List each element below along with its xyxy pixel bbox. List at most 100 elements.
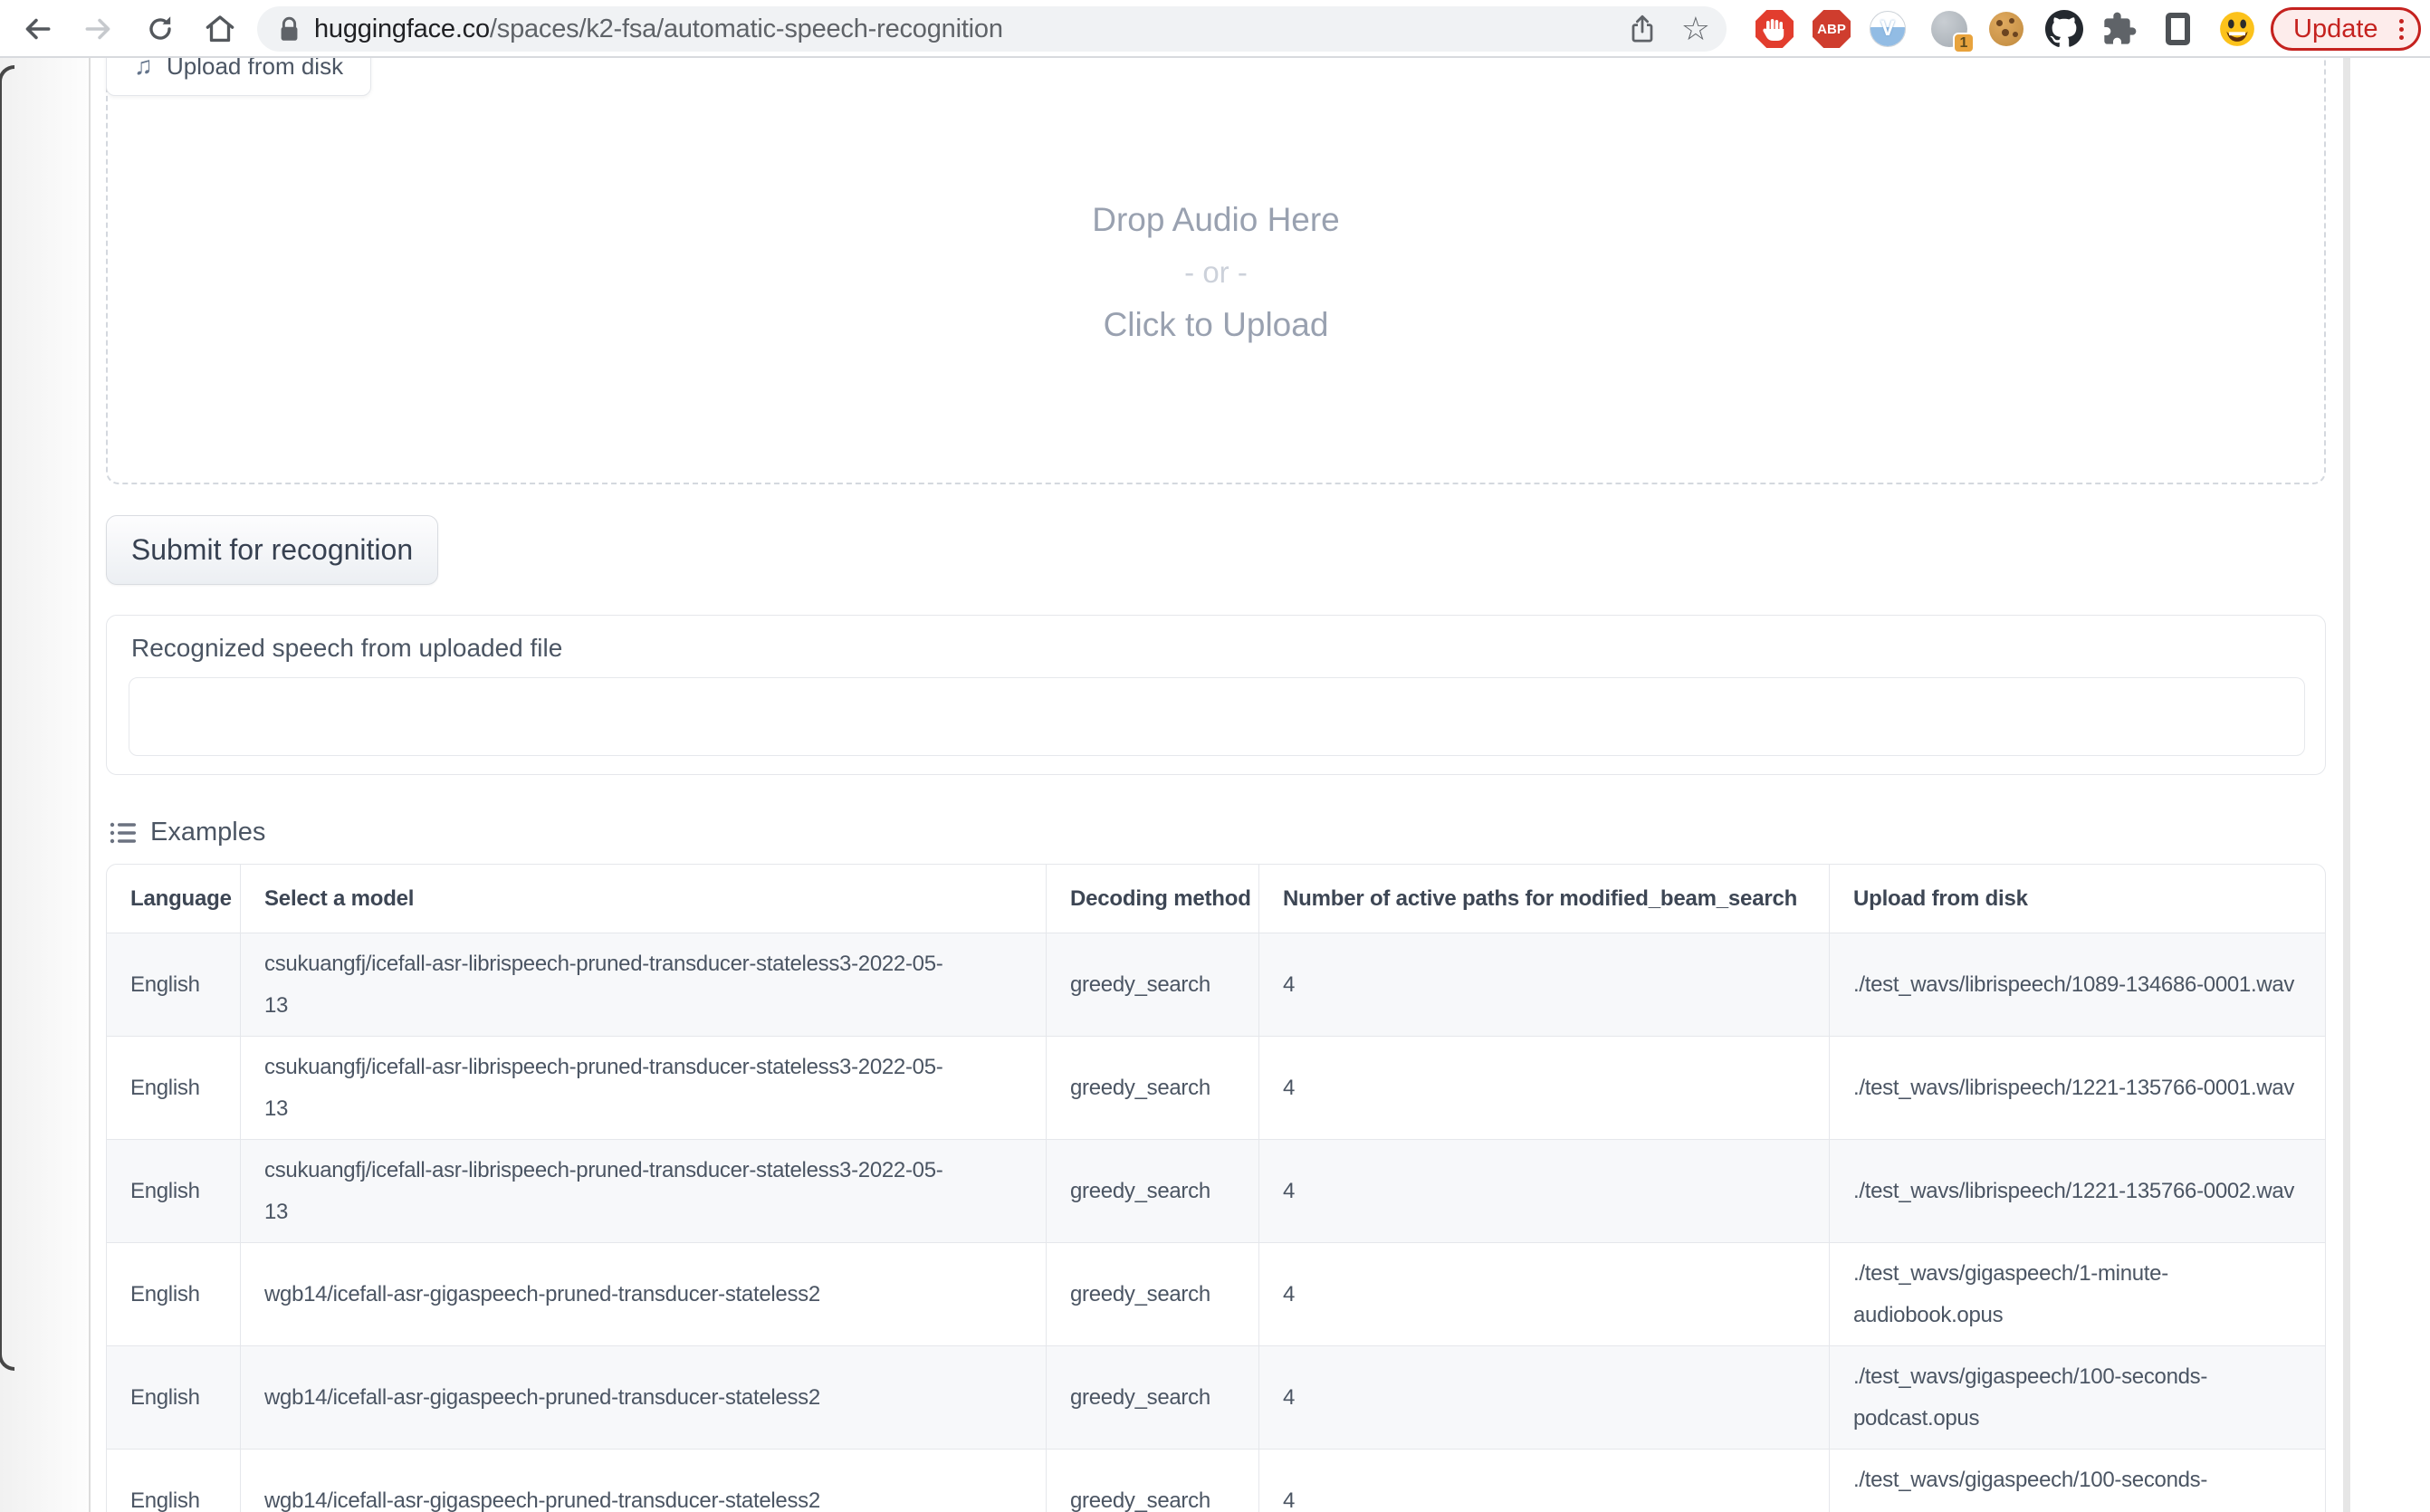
cell-decoding-method: greedy_search <box>1046 1037 1258 1139</box>
share-icon <box>1629 14 1656 44</box>
github-icon <box>2045 10 2083 48</box>
v-extension-button[interactable]: V <box>1868 9 1908 49</box>
smiley-icon <box>2219 11 2255 47</box>
cell-model: csukuangfj/icefall-asr-librispeech-prune… <box>240 1140 1046 1242</box>
examples-header: Examples <box>109 818 265 847</box>
column-header: Number of active paths for modified_beam… <box>1258 865 1829 933</box>
extensions-menu-button[interactable] <box>2100 9 2139 49</box>
reload-button[interactable] <box>141 10 179 48</box>
column-header: Decoding method <box>1046 865 1258 933</box>
abp-extension-button[interactable]: ABP <box>1812 9 1851 49</box>
cell-language: English <box>107 1140 240 1242</box>
home-icon <box>203 12 237 46</box>
notification-badge: 1 <box>1953 33 1975 53</box>
cell-upload-from-disk: ./test_wavs/gigaspeech/100-seconds-podca… <box>1829 1450 2326 1512</box>
browser-toolbar: huggingface.co/spaces/k2-fsa/automatic-s… <box>0 0 2430 58</box>
bookmark-button[interactable]: ☆ <box>1681 6 1710 52</box>
column-header: Upload from disk <box>1829 865 2326 933</box>
kebab-menu-icon[interactable] <box>2399 19 2404 40</box>
cell-language: English <box>107 1037 240 1139</box>
cell-model: wgb14/icefall-asr-gigaspeech-pruned-tran… <box>240 1243 1046 1345</box>
cell-model: csukuangfj/icefall-asr-librispeech-prune… <box>240 1037 1046 1139</box>
cell-upload-from-disk: ./test_wavs/gigaspeech/100-seconds-podca… <box>1829 1346 2326 1449</box>
cell-decoding-method: greedy_search <box>1046 933 1258 1036</box>
audio-dropzone[interactable]: Drop Audio Here - or - Click to Upload <box>106 25 2326 484</box>
cell-upload-from-disk: ./test_wavs/librispeech/1089-134686-0001… <box>1829 933 2326 1036</box>
back-arrow-icon <box>20 12 54 46</box>
table-header-row: LanguageSelect a modelDecoding methodNum… <box>107 865 2325 933</box>
cell-decoding-method: greedy_search <box>1046 1140 1258 1242</box>
cell-decoding-method: greedy_search <box>1046 1450 1258 1512</box>
cell-num-active-paths: 4 <box>1258 1140 1829 1242</box>
dropzone-text: Drop Audio Here - or - Click to Upload <box>108 194 2324 351</box>
url-path: /spaces/k2-fsa/automatic-speech-recognit… <box>490 14 1003 43</box>
gray-circle-icon: 1 <box>1931 11 1967 47</box>
cell-model: csukuangfj/icefall-asr-librispeech-prune… <box>240 933 1046 1036</box>
url-host: huggingface.co <box>314 14 490 43</box>
dropzone-line1: Drop Audio Here <box>108 194 2324 246</box>
screen: huggingface.co/spaces/k2-fsa/automatic-s… <box>0 0 2430 1512</box>
adblock-extension-button[interactable] <box>1755 9 1794 49</box>
cell-num-active-paths: 4 <box>1258 1243 1829 1345</box>
stop-hand-icon <box>1756 10 1794 48</box>
cell-language: English <box>107 933 240 1036</box>
share-button[interactable] <box>1629 6 1656 52</box>
submit-for-recognition-button[interactable]: Submit for recognition <box>106 515 438 585</box>
cookie-extension-button[interactable] <box>1986 9 2026 49</box>
recognized-speech-label: Recognized speech from uploaded file <box>131 634 562 663</box>
abp-label: ABP <box>1817 22 1846 37</box>
forward-arrow-icon <box>81 12 116 46</box>
example-row[interactable]: Englishcsukuangfj/icefall-asr-librispeec… <box>107 933 2325 1036</box>
puzzle-icon <box>2101 11 2138 47</box>
column-header: Select a model <box>240 865 1046 933</box>
lock-icon <box>279 16 300 43</box>
cell-num-active-paths: 4 <box>1258 1450 1829 1512</box>
profile-extension-button[interactable]: 1 <box>1929 9 1969 49</box>
cell-decoding-method: greedy_search <box>1046 1243 1258 1345</box>
bookmark-star-icon: ☆ <box>1681 10 1710 48</box>
home-button[interactable] <box>201 10 239 48</box>
examples-table: LanguageSelect a modelDecoding methodNum… <box>106 864 2326 1512</box>
cell-language: English <box>107 1346 240 1449</box>
abp-icon: ABP <box>1813 10 1851 48</box>
v-extension-label: V <box>1880 16 1895 42</box>
examples-list-icon <box>109 818 138 847</box>
cookie-icon <box>1989 12 2023 46</box>
cell-num-active-paths: 4 <box>1258 1346 1829 1449</box>
reload-icon <box>143 12 177 46</box>
example-row[interactable]: Englishcsukuangfj/icefall-asr-librispeec… <box>107 1036 2325 1139</box>
cell-upload-from-disk: ./test_wavs/librispeech/1221-135766-0001… <box>1829 1037 2326 1139</box>
cell-num-active-paths: 4 <box>1258 1037 1829 1139</box>
recognized-speech-input[interactable] <box>129 677 2305 756</box>
github-extension-button[interactable] <box>2044 9 2084 49</box>
example-row[interactable]: Englishwgb14/icefall-asr-gigaspeech-prun… <box>107 1449 2325 1512</box>
cell-model: wgb14/icefall-asr-gigaspeech-pruned-tran… <box>240 1346 1046 1449</box>
back-button[interactable] <box>18 10 56 48</box>
url-bar[interactable]: huggingface.co/spaces/k2-fsa/automatic-s… <box>257 6 1727 52</box>
example-row[interactable]: Englishwgb14/icefall-asr-gigaspeech-prun… <box>107 1242 2325 1345</box>
url-text: huggingface.co/spaces/k2-fsa/automatic-s… <box>314 14 1003 44</box>
forward-button[interactable] <box>80 10 118 48</box>
cell-model: wgb14/icefall-asr-gigaspeech-pruned-tran… <box>240 1450 1046 1512</box>
cell-num-active-paths: 4 <box>1258 933 1829 1036</box>
recognized-speech-panel: Recognized speech from uploaded file <box>106 615 2326 775</box>
frame-extension-button[interactable] <box>2157 9 2197 49</box>
cell-language: English <box>107 1450 240 1512</box>
cell-upload-from-disk: ./test_wavs/gigaspeech/1-minute-audioboo… <box>1829 1243 2326 1345</box>
example-row[interactable]: Englishcsukuangfj/icefall-asr-librispeec… <box>107 1139 2325 1242</box>
cell-language: English <box>107 1243 240 1345</box>
dropzone-line2: - or - <box>108 246 2324 299</box>
v-extension-icon: V <box>1870 11 1906 47</box>
update-label: Update <box>2293 14 2378 44</box>
column-header: Language <box>107 865 240 933</box>
dropzone-line3: Click to Upload <box>108 299 2324 351</box>
chrome-update-button[interactable]: Update <box>2271 7 2421 51</box>
emoji-extension-button[interactable] <box>2217 9 2257 49</box>
background-window-edge <box>0 65 14 1371</box>
example-row[interactable]: Englishwgb14/icefall-asr-gigaspeech-prun… <box>107 1345 2325 1449</box>
cell-upload-from-disk: ./test_wavs/librispeech/1221-135766-0002… <box>1829 1140 2326 1242</box>
examples-label: Examples <box>150 818 265 847</box>
page-right-divider <box>2343 58 2350 1512</box>
frame-icon <box>2166 13 2190 45</box>
cell-decoding-method: greedy_search <box>1046 1346 1258 1449</box>
